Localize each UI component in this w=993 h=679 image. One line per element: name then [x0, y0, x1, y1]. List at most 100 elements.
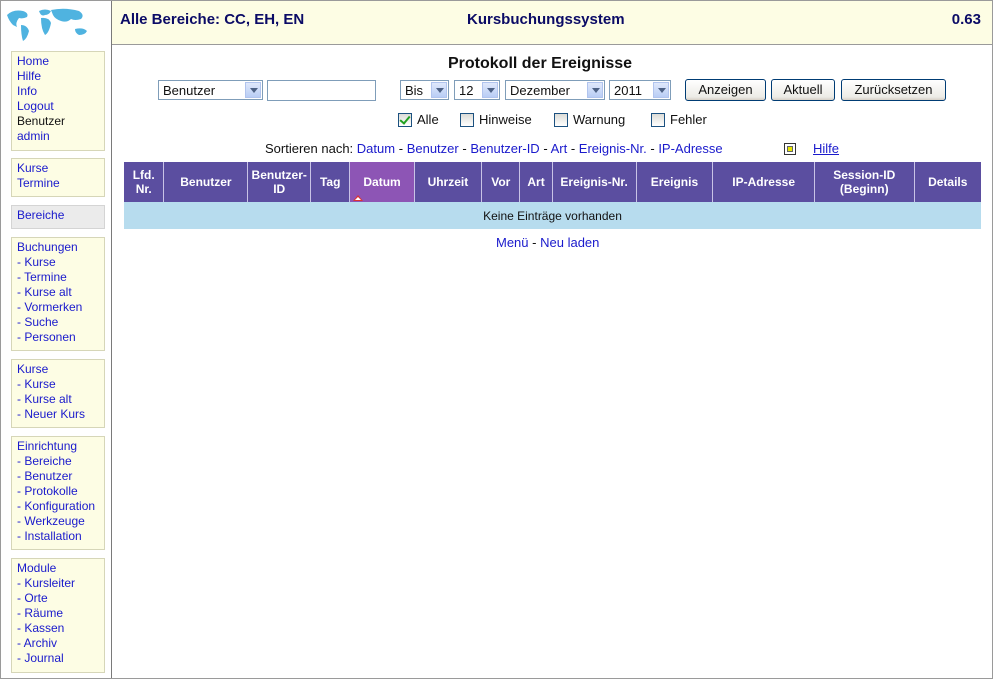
sidebar-item-einrichtung-benutzer[interactable]: - Benutzer — [17, 469, 104, 484]
empty-message: Keine Einträge vorhanden — [124, 202, 981, 229]
column-header-lfd-nr[interactable]: Lfd. Nr. — [124, 162, 165, 202]
sidebar-item-kassen[interactable]: - Kassen — [17, 621, 104, 636]
sidebar-item-vormerken[interactable]: - Vormerken — [17, 300, 104, 315]
month-name-select[interactable]: Dezember — [505, 80, 605, 100]
filter-field-select[interactable]: Benutzer — [158, 80, 263, 100]
sort-link-benutzer-id[interactable]: Benutzer-ID — [470, 141, 539, 156]
chevron-down-icon — [482, 82, 498, 98]
column-label: Details — [928, 175, 968, 189]
sidebar-item-module[interactable]: Module — [17, 561, 104, 576]
sidebar-item-help[interactable]: Hilfe — [17, 69, 104, 84]
column-label: Lfd. Nr. — [132, 168, 155, 196]
menu-link[interactable]: Menü — [496, 235, 529, 250]
sidebar-item-kurse-alt[interactable]: - Kurse alt — [17, 392, 104, 407]
help-icon[interactable] — [784, 143, 796, 155]
sort-link-ip-adresse[interactable]: IP-Adresse — [658, 141, 722, 156]
sidebar-item-buchungen-kurse-alt[interactable]: - Kurse alt — [17, 285, 104, 300]
sidebar-item-raeume[interactable]: - Räume — [17, 606, 104, 621]
column-header-vor[interactable]: Vor — [481, 162, 521, 202]
events-table: Lfd. Nr. Benutzer Benutzer-ID Tag Datum … — [124, 162, 981, 229]
user-name-link[interactable]: admin — [17, 129, 104, 144]
sidebar-group-courses: Kurse - Kurse - Kurse alt - Neuer Kurs — [11, 359, 105, 428]
sidebar-item-archiv[interactable]: - Archiv — [17, 636, 104, 651]
sidebar-item-protokolle[interactable]: - Protokolle — [17, 484, 104, 499]
sidebar-item-bereiche[interactable]: Bereiche — [17, 208, 104, 223]
version-label: 0.63 — [951, 11, 981, 28]
sort-link-benutzer[interactable]: Benutzer — [407, 141, 459, 156]
sidebar-item-neuer-kurs[interactable]: - Neuer Kurs — [17, 407, 104, 422]
filter-field-value: Benutzer — [163, 83, 216, 98]
checkbox-fehler[interactable]: Fehler — [651, 112, 716, 129]
sort-separator: - — [398, 141, 404, 156]
year-value: 2011 — [614, 83, 642, 98]
sort-link-art[interactable]: Art — [551, 141, 568, 156]
sidebar-item-termine[interactable]: Termine — [17, 176, 104, 191]
column-header-ereignis-nr[interactable]: Ereignis-Nr. — [552, 162, 637, 202]
sidebar-item-logout[interactable]: Logout — [17, 99, 104, 114]
checkbox-hinweise-label: Hinweise — [479, 112, 532, 127]
sort-separator: - — [462, 141, 467, 156]
checkbox-alle[interactable]: Alle — [398, 112, 448, 129]
direction-select[interactable]: Bis — [400, 80, 449, 100]
column-header-session-id[interactable]: Session-ID (Beginn) — [814, 162, 915, 202]
window-frame — [0, 0, 993, 679]
sidebar-item-kurse-list[interactable]: - Kurse — [17, 377, 104, 392]
column-header-ip-adresse[interactable]: IP-Adresse — [712, 162, 815, 202]
sidebar-item-werkzeuge[interactable]: - Werkzeuge — [17, 514, 104, 529]
checkbox-warnung[interactable]: Warnung — [554, 112, 634, 129]
sidebar-item-kurse-header[interactable]: Kurse — [17, 362, 104, 377]
sort-separator: - — [570, 141, 576, 156]
sidebar-item-info[interactable]: Info — [17, 84, 104, 99]
sidebar-item-kurse[interactable]: Kurse — [17, 161, 104, 176]
column-header-details[interactable]: Details — [914, 162, 981, 202]
sidebar-item-buchungen-termine[interactable]: - Termine — [17, 270, 104, 285]
month-number-select[interactable]: 12 — [454, 80, 500, 100]
column-label: Benutzer-ID — [251, 168, 307, 196]
column-header-ereignis[interactable]: Ereignis — [636, 162, 714, 202]
sort-separator: - — [543, 141, 548, 156]
sidebar-item-einrichtung[interactable]: Einrichtung — [17, 439, 104, 454]
sidebar-item-buchungen[interactable]: Buchungen — [17, 240, 104, 255]
reload-link[interactable]: Neu laden — [540, 235, 599, 250]
reset-button[interactable]: Zurücksetzen — [841, 79, 946, 101]
column-header-art[interactable]: Art — [519, 162, 553, 202]
chevron-down-icon — [431, 82, 447, 98]
column-header-benutzer[interactable]: Benutzer — [163, 162, 249, 202]
year-select[interactable]: 2011 — [609, 80, 671, 100]
show-button[interactable]: Anzeigen — [685, 79, 766, 101]
column-header-benutzer-id[interactable]: Benutzer-ID — [247, 162, 311, 202]
column-label: Benutzer — [180, 175, 232, 189]
sort-link-ereignis-nr[interactable]: Ereignis-Nr. — [579, 141, 647, 156]
sidebar-item-home[interactable]: Home — [17, 54, 104, 69]
sidebar-item-suche[interactable]: - Suche — [17, 315, 104, 330]
sidebar-item-einrichtung-bereiche[interactable]: - Bereiche — [17, 454, 104, 469]
sidebar-item-orte[interactable]: - Orte — [17, 591, 104, 606]
checkbox-hinweise[interactable]: Hinweise — [460, 112, 540, 129]
column-label: Ereignis-Nr. — [560, 175, 628, 189]
sidebar-item-journal[interactable]: - Journal — [17, 651, 104, 666]
sidebar-item-kursleiter[interactable]: - Kursleiter — [17, 576, 104, 591]
page-title: Protokoll der Ereignisse — [448, 55, 633, 72]
sidebar: Home Hilfe Info Logout Benutzer admin Ku… — [1, 1, 112, 678]
sort-link-datum[interactable]: Datum — [357, 141, 395, 156]
sidebar-item-konfiguration[interactable]: - Konfiguration — [17, 499, 104, 514]
column-header-uhrzeit[interactable]: Uhrzeit — [414, 162, 483, 202]
column-header-datum[interactable]: Datum — [349, 162, 415, 202]
checkbox-warnung-label: Warnung — [573, 112, 626, 127]
sidebar-item-personen[interactable]: - Personen — [17, 330, 104, 345]
sidebar-item-buchungen-kurse[interactable]: - Kurse — [17, 255, 104, 270]
current-button[interactable]: Aktuell — [771, 79, 835, 101]
table-row: Keine Einträge vorhanden — [124, 202, 981, 229]
sort-prefix: Sortieren nach: — [265, 141, 354, 156]
help-link[interactable]: Hilfe — [813, 141, 839, 156]
checkbox-alle-label: Alle — [417, 112, 439, 127]
chevron-down-icon — [245, 82, 261, 98]
column-label: Vor — [491, 175, 511, 189]
sort-separator: - — [650, 141, 655, 156]
filter-text-input[interactable] — [267, 80, 376, 101]
sidebar-group-general: Home Hilfe Info Logout Benutzer admin — [11, 51, 105, 151]
checkbox-fehler-label: Fehler — [670, 112, 707, 127]
column-header-tag[interactable]: Tag — [310, 162, 351, 202]
sidebar-item-installation[interactable]: - Installation — [17, 529, 104, 544]
checkbox-unchecked-icon — [651, 113, 665, 127]
